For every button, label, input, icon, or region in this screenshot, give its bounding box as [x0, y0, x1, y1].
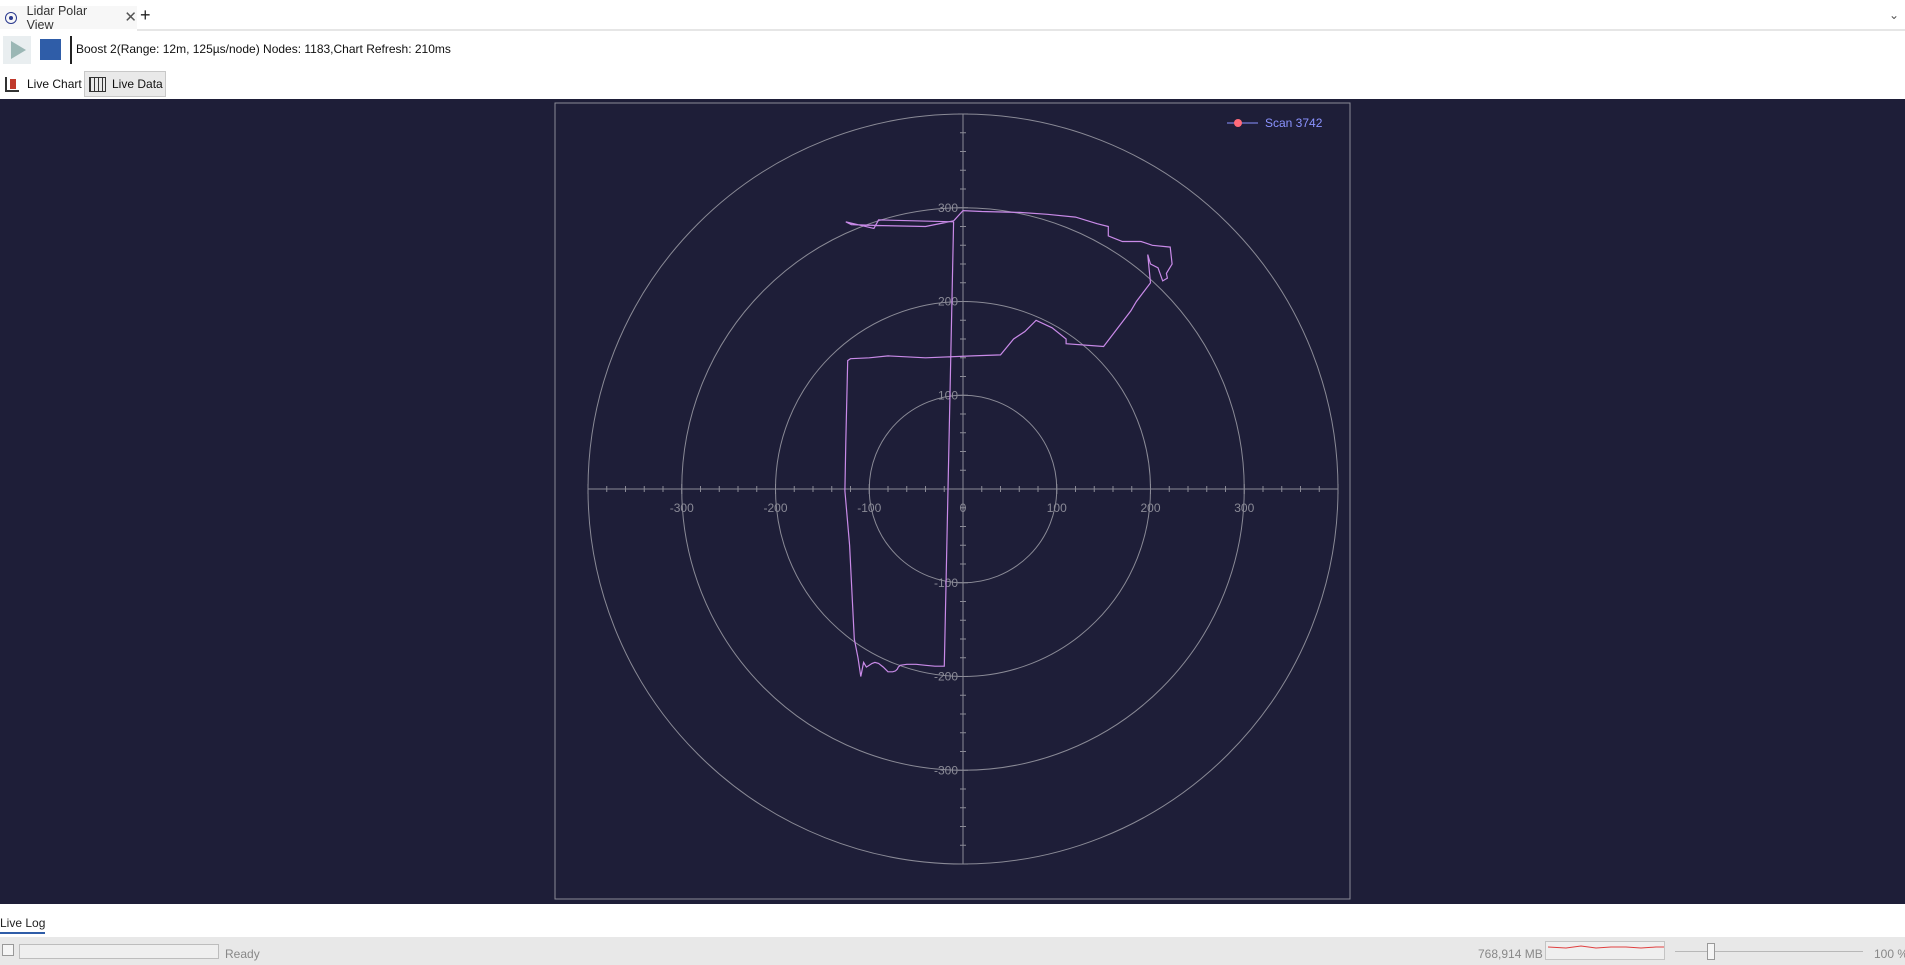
scan-series-line: [844, 209, 1173, 677]
tab-live-data-label: Live Data: [112, 77, 163, 91]
tab-live-log[interactable]: Live Log: [0, 916, 46, 934]
polar-chart[interactable]: -300 -200 -100 0 100 200 300300200100-100-200-…: [0, 99, 1905, 904]
zoom-slider-track[interactable]: [1675, 951, 1863, 952]
memory-sparkline: [1545, 941, 1665, 960]
status-icon: [2, 944, 14, 956]
status-bar: Ready 768,914 MB 100 %: [0, 937, 1905, 965]
status-ready: Ready: [225, 947, 260, 961]
stop-button[interactable]: [40, 39, 61, 60]
play-button[interactable]: [3, 36, 31, 64]
x-tick-label: -200: [763, 501, 787, 515]
toolbar-separator: [70, 36, 72, 64]
tab-live-chart-label: Live Chart: [27, 77, 82, 91]
scan-status-text: Boost 2(Range: 12m, 125µs/node) Nodes: 1…: [76, 42, 451, 56]
y-tick-label: -300: [934, 763, 958, 777]
chart-area: -300 -200 -100 0 100 200 300 300 200 100 -100 -200-…: [0, 99, 1905, 904]
chart-icon: [5, 76, 19, 92]
new-tab-button[interactable]: +: [140, 6, 151, 24]
toolbar: Boost 2(Range: 12m, 125µs/node) Nodes: 1…: [0, 31, 1905, 67]
tab-live-data[interactable]: Live Data: [84, 71, 166, 97]
y-tick-label: -200: [934, 670, 958, 684]
x-tick-label: 0: [960, 501, 967, 515]
close-icon[interactable]: ✕: [124, 10, 137, 25]
tab-lidar-polar-view[interactable]: Lidar Polar View ✕: [0, 3, 137, 32]
y-tick-label: 200: [938, 295, 958, 309]
x-tick-label: 100: [1047, 501, 1067, 515]
chevron-down-icon[interactable]: ⌄: [1889, 8, 1899, 22]
zoom-slider-thumb[interactable]: [1707, 943, 1715, 960]
document-tab-bar: Lidar Polar View ✕ + ⌄: [0, 0, 1905, 32]
progress-bar: [19, 944, 219, 959]
tab-live-chart[interactable]: Live Chart: [0, 71, 84, 97]
y-tick-label: 300: [938, 201, 958, 215]
x-tick-label: 300: [1234, 501, 1254, 515]
legend: Scan 3742: [1227, 116, 1323, 130]
data-grid-icon: [89, 76, 106, 92]
zoom-percent: 100 %: [1874, 947, 1905, 961]
legend-label: Scan 3742: [1265, 116, 1323, 130]
tab-label: Lidar Polar View: [26, 3, 88, 32]
x-tick-label: -300: [670, 501, 694, 515]
live-log-panel: Live Log: [0, 904, 1905, 937]
memory-usage: 768,914 MB: [1478, 947, 1543, 961]
radar-icon: [5, 11, 17, 24]
x-tick-label: 200: [1140, 501, 1160, 515]
y-tick-label: 100: [938, 388, 958, 402]
x-tick-label: -100: [857, 501, 881, 515]
view-tabs: Live Chart Live Data: [0, 69, 1905, 99]
legend-marker: [1234, 119, 1242, 127]
